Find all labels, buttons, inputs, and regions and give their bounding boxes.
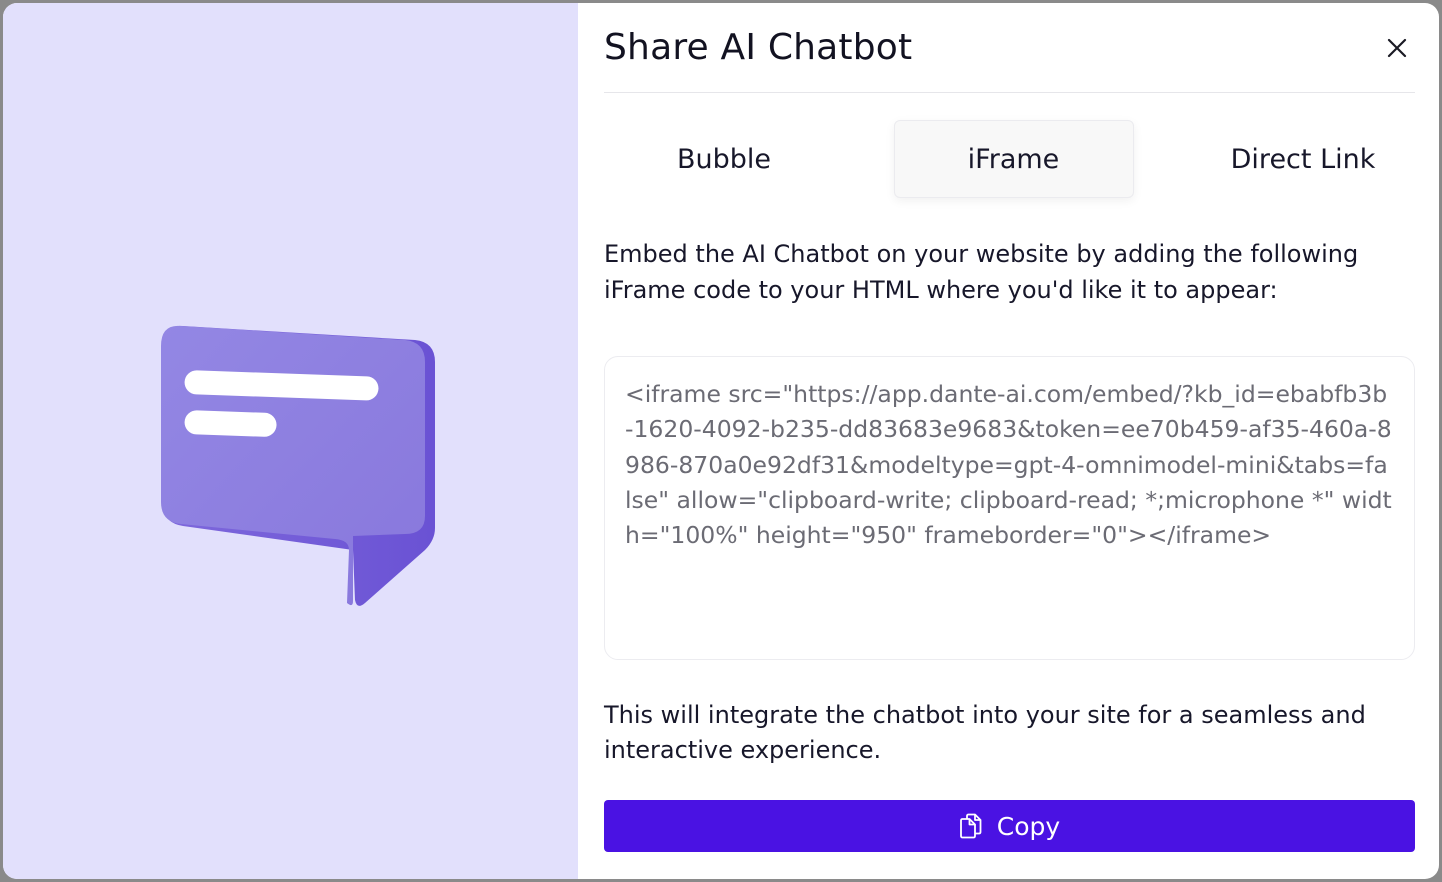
close-button[interactable] xyxy=(1379,30,1415,66)
illustration-panel xyxy=(3,3,578,879)
tab-iframe[interactable]: iFrame xyxy=(893,120,1134,198)
modal-title: Share AI Chatbot xyxy=(604,27,913,68)
integration-note: This will integrate the chatbot into you… xyxy=(604,701,1366,764)
share-chatbot-modal: Share AI Chatbot Bubble iFrame Direct Li… xyxy=(3,3,1439,879)
share-content-panel: Share AI Chatbot Bubble iFrame Direct Li… xyxy=(578,3,1439,879)
embed-code-box[interactable]: <iframe src="https://app.dante-ai.com/em… xyxy=(604,356,1415,660)
copy-button[interactable]: Copy xyxy=(604,800,1415,852)
chat-bubble-illustration xyxy=(161,325,435,606)
share-method-tabs: Bubble iFrame Direct Link xyxy=(604,120,1415,198)
tab-direct-link[interactable]: Direct Link xyxy=(1183,120,1423,198)
close-icon xyxy=(1387,38,1407,57)
copy-icon xyxy=(959,813,983,839)
embed-instructions: Embed the AI Chatbot on your website by … xyxy=(604,240,1359,304)
modal-header: Share AI Chatbot xyxy=(604,3,1415,93)
tab-bubble[interactable]: Bubble xyxy=(604,120,844,198)
copy-button-label: Copy xyxy=(996,811,1061,841)
